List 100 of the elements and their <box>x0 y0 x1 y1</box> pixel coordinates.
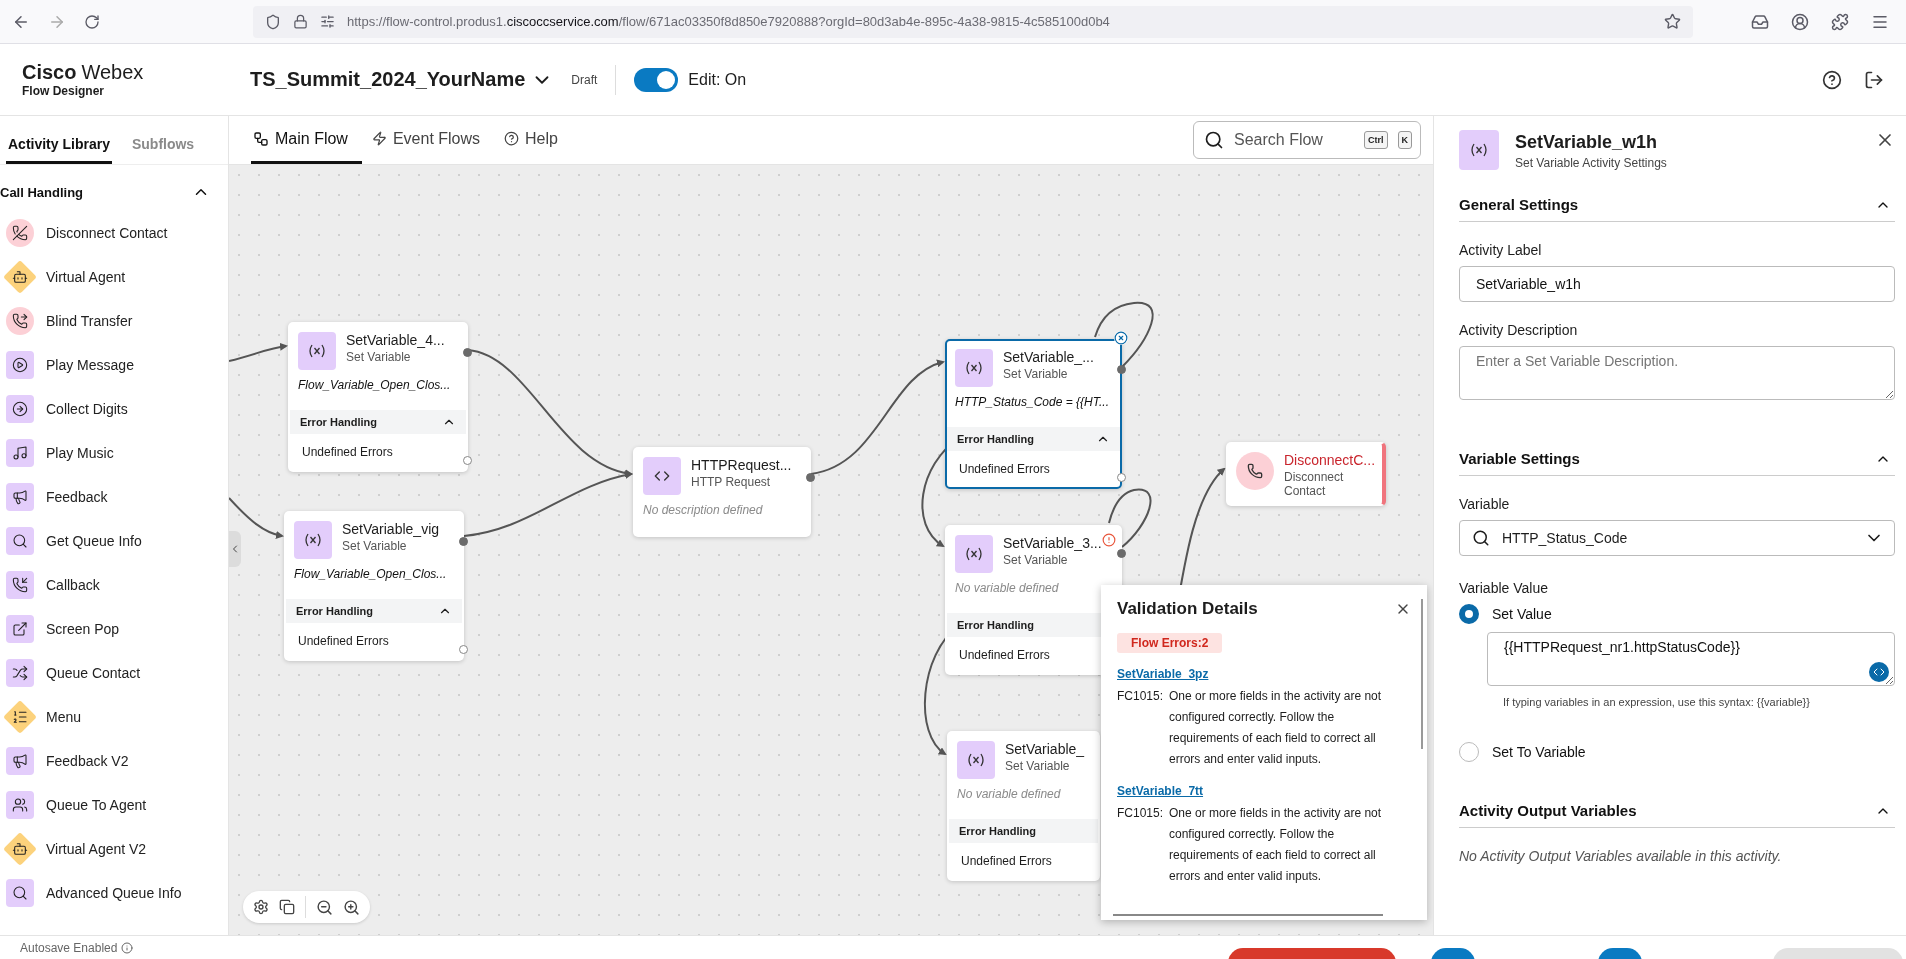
field-label: Activity Label <box>1459 242 1543 258</box>
section-header[interactable]: Variable Settings <box>1459 450 1895 476</box>
variable-select[interactable]: HTTP_Status_Code <box>1459 520 1895 556</box>
output-port[interactable] <box>1117 365 1126 374</box>
node-type: Set Variable <box>1005 759 1071 773</box>
error-handling-label: Error Handling <box>300 416 377 428</box>
settings-icon[interactable] <box>253 899 269 915</box>
category-header[interactable]: Call Handling <box>0 165 228 211</box>
edit-toggle[interactable] <box>634 67 679 92</box>
flow-tab[interactable]: Help <box>502 116 572 164</box>
radio-option[interactable]: Set Value <box>1459 604 1895 624</box>
activity-item[interactable]: Feedback <box>6 475 228 519</box>
node-description: Flow_Variable_Open_Clos... <box>293 566 448 583</box>
copy-icon[interactable] <box>279 899 295 915</box>
star-icon[interactable] <box>1664 13 1681 30</box>
activity-item[interactable]: Screen Pop <box>6 607 228 651</box>
node-title: SetVariable_... <box>1003 349 1094 365</box>
output-port[interactable] <box>463 348 472 357</box>
activity-item[interactable]: Queue Contact <box>6 651 228 695</box>
activity-item[interactable]: Virtual Agent V2 <box>6 827 228 871</box>
flow-name-dropdown[interactable]: TS_Summit_2024_YourName <box>250 68 554 91</box>
activity-item[interactable]: Collect Digits <box>6 387 228 431</box>
scrollbar[interactable] <box>1113 914 1383 916</box>
search-icon <box>6 527 34 555</box>
activity-item[interactable]: Disconnect Contact <box>6 211 228 255</box>
activity-item[interactable]: Blind Transfer <box>6 299 228 343</box>
error-outcome: Undefined Errors <box>961 854 1052 868</box>
delete-icon[interactable] <box>1114 331 1128 345</box>
shield-icon[interactable] <box>265 13 281 30</box>
section-header[interactable]: General Settings <box>1459 196 1895 222</box>
expression-textarea[interactable]: {{HTTPRequest_nr1.httpStatusCode}} <box>1487 632 1895 686</box>
error-outcome: Undefined Errors <box>302 445 393 459</box>
shortcut-key: Ctrl <box>1364 131 1388 149</box>
node-title: SetVariable_vig <box>342 521 440 537</box>
node-title: SetVariable_3... <box>1003 535 1102 551</box>
scrollbar[interactable] <box>1421 599 1423 749</box>
phone-icon <box>6 571 34 599</box>
output-port[interactable] <box>806 473 815 482</box>
output-port[interactable] <box>1117 549 1126 558</box>
error-count-badge: Flow Errors:2 <box>1117 633 1223 653</box>
connector-line <box>1094 302 1154 368</box>
error-handling-label: Error Handling <box>296 605 373 617</box>
flow-node-card[interactable]: SetVariable_ Set Variable No variable defined Error Handling Undefined Errors <box>947 731 1100 881</box>
node-title: SetVariable_4... <box>346 332 445 348</box>
node-description: No description defined <box>642 502 764 519</box>
activity-item[interactable]: Play Message <box>6 343 228 387</box>
output-port[interactable] <box>459 537 468 546</box>
library-tab[interactable]: Activity Library <box>6 136 112 164</box>
app-subtitle: Flow Designer <box>22 84 105 98</box>
node-type: Disconnect Contact <box>1284 470 1345 498</box>
error-message: One or more fields in the activity are not configured correctly. Follow the requirements of each field to correct all errors and enter valid inputs. <box>1169 688 1383 768</box>
flow-tab[interactable]: Event Flows <box>369 116 495 164</box>
error-handling-label: Error Handling <box>959 825 1036 837</box>
error-outcome: Undefined Errors <box>298 634 389 648</box>
error-port[interactable] <box>1117 473 1126 482</box>
activity-item[interactable]: Advanced Queue Info <box>6 871 228 915</box>
zoom-in-icon[interactable] <box>343 898 360 916</box>
help-icon[interactable] <box>1822 69 1842 90</box>
activity-item[interactable]: Virtual Agent <box>6 255 228 299</box>
activity-item[interactable]: Feedback V2 <box>6 739 228 783</box>
info-icon[interactable] <box>121 942 134 954</box>
error-handling-label: Error Handling <box>957 433 1034 445</box>
zoom-out-icon[interactable] <box>316 898 333 916</box>
tray-icon[interactable] <box>1751 12 1769 31</box>
node-title: SetVariable_ <box>1005 741 1085 757</box>
search-field[interactable]: Search Flow Ctrl K <box>1193 121 1421 159</box>
radio-option[interactable]: Set To Variable <box>1459 742 1895 762</box>
field-label: Variable Value <box>1459 580 1549 596</box>
lightning-icon <box>371 131 387 146</box>
activity-item[interactable]: Play Music <box>6 431 228 475</box>
error-outcome: Undefined Errors <box>959 462 1050 476</box>
account-icon[interactable] <box>1791 12 1809 31</box>
section-header[interactable]: Activity Output Variables <box>1459 802 1895 828</box>
description-textarea[interactable]: Enter a Set Variable Description. <box>1459 346 1895 400</box>
activity-item[interactable]: Get Queue Info <box>6 519 228 563</box>
sliders-icon[interactable] <box>320 14 335 29</box>
music-icon <box>6 439 34 467</box>
activity-label-input[interactable]: SetVariable_w1h <box>1459 266 1895 302</box>
variable-icon <box>964 546 984 562</box>
activity-link[interactable]: SetVariable_7tt <box>1117 784 1204 798</box>
phone-icon <box>6 219 34 247</box>
reload-icon[interactable] <box>84 13 100 30</box>
node-type: Set Variable <box>1003 553 1069 567</box>
puzzle-icon[interactable] <box>1831 12 1849 31</box>
megaphone-icon <box>6 747 34 775</box>
flow-icon <box>253 130 269 147</box>
activity-item[interactable]: Menu <box>6 695 228 739</box>
activity-item[interactable]: Queue To Agent <box>6 783 228 827</box>
flow-node-card[interactable]: DisconnectC... Disconnect Contact <box>1226 442 1386 506</box>
brand-name: Cisco <box>22 61 77 83</box>
lock-icon[interactable] <box>293 14 308 29</box>
node-title: HTTPRequest... <box>691 457 792 473</box>
address-bar[interactable]: https://flow-control.produs1.ciscoccservice.com/flow/671ac03350f8d850e7920888?orgId=80d3ab4e-895c-4a38-9815-4c585100d0b4 <box>253 5 1693 38</box>
url-text: https://flow-control.produs1.ciscoccservice.com/flow/671ac03350f8d850e7920888?orgId=80d3ab4e-895c-4a38-9815-4c585100d0b4 <box>347 14 1111 29</box>
collapse-handle[interactable] <box>229 531 241 567</box>
field-label: Activity Description <box>1459 322 1579 338</box>
error-outcome: Undefined Errors <box>959 648 1050 662</box>
external-link-icon <box>6 615 34 643</box>
activity-item[interactable]: Callback <box>6 563 228 607</box>
logout-icon[interactable] <box>1864 69 1884 90</box>
